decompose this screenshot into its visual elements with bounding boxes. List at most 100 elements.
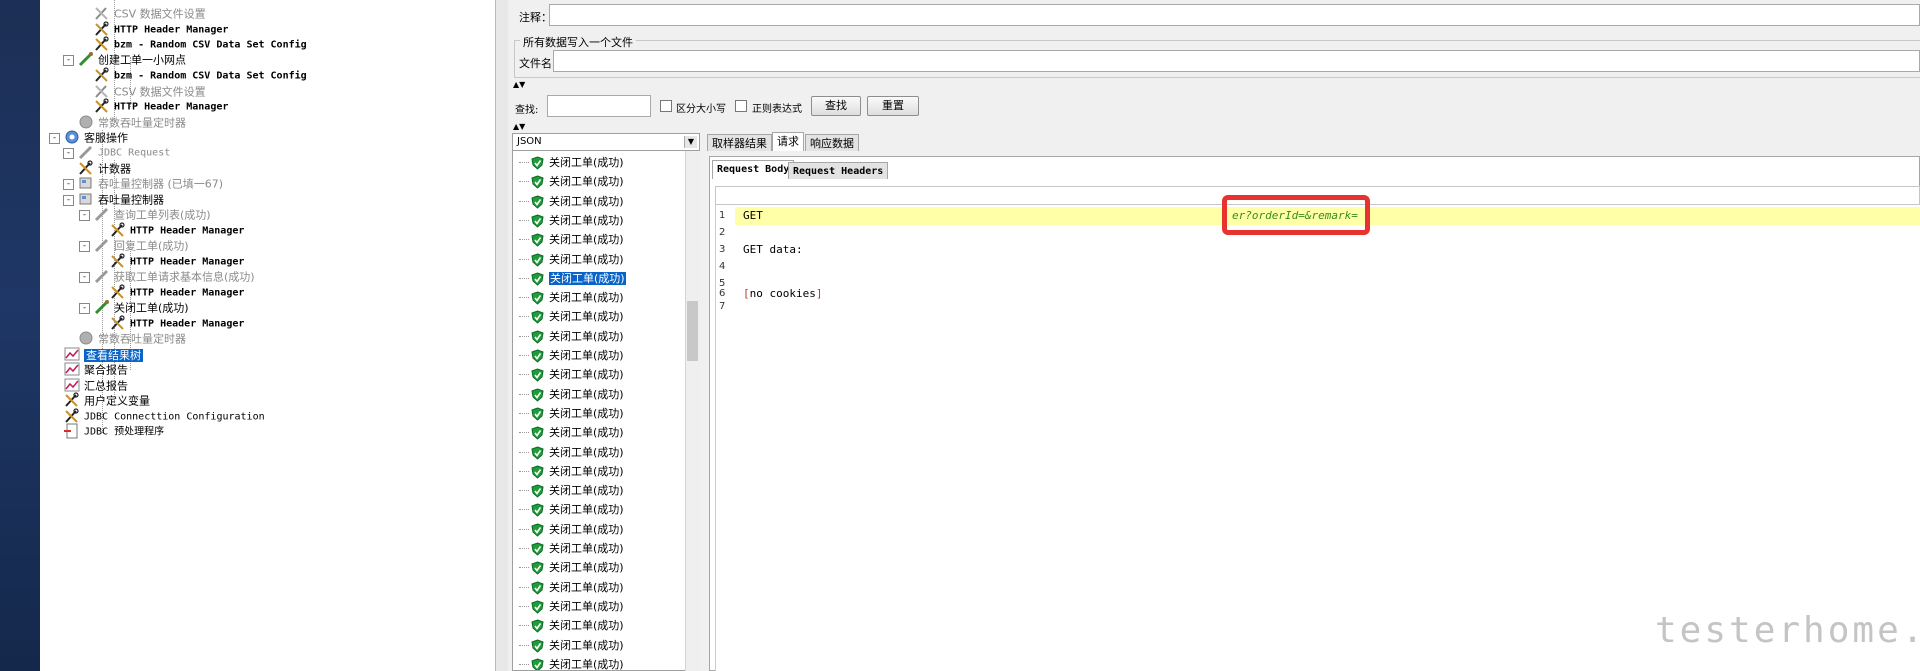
request-body-editor[interactable] [715, 205, 1920, 671]
list-scrollbar[interactable] [685, 151, 700, 671]
collapse-arrows[interactable]: ▲▼ [513, 122, 525, 131]
tree-expand-toggle[interactable]: - [79, 210, 90, 221]
result-item[interactable]: 关闭工单(成功) [519, 172, 624, 191]
result-item-label: 关闭工单(成功) [549, 580, 624, 594]
tree-node-label: JDBC 预处理程序 [84, 426, 165, 438]
filename-field[interactable] [553, 50, 1920, 72]
success-shield-icon [531, 310, 544, 325]
result-item[interactable]: 关闭工单(成功) [519, 230, 624, 249]
result-tree-line [519, 335, 529, 337]
result-item[interactable]: 关闭工单(成功) [519, 307, 624, 326]
result-item[interactable]: 关闭工单(成功) [519, 443, 624, 462]
result-item-label: 关闭工单(成功) [549, 213, 624, 227]
result-item[interactable]: 关闭工单(成功) [519, 500, 624, 519]
result-item[interactable]: 关闭工单(成功) [519, 578, 624, 597]
result-item[interactable]: 关闭工单(成功) [519, 153, 624, 172]
result-tree-line [519, 528, 529, 530]
find-button[interactable]: 查找 [811, 96, 861, 116]
line-number: 6 [719, 288, 726, 299]
result-item[interactable]: 关闭工单(成功) [519, 288, 624, 307]
tree-node-label: 创建工单一小网点 [98, 53, 186, 67]
chevron-down-icon[interactable]: ▼ [684, 136, 697, 148]
result-item[interactable]: 关闭工单(成功) [519, 636, 624, 655]
result-item[interactable]: 关闭工单(成功) [519, 327, 624, 346]
result-item-label: 关闭工单(成功) [549, 406, 624, 420]
result-item-label: 关闭工单(成功) [549, 291, 624, 305]
chart-icon [63, 361, 81, 377]
tree-node-label: 吞吐量控制器 (已填一67) [98, 177, 224, 191]
timer-icon [77, 330, 95, 346]
result-item-label: 关闭工单(成功) [549, 522, 624, 536]
result-item[interactable]: 关闭工单(成功) [519, 616, 624, 635]
result-tree-line [519, 451, 529, 453]
result-tree-line [519, 374, 529, 376]
result-item[interactable]: 关闭工单(成功) [519, 192, 624, 211]
tree-node-label: bzm - Random CSV Data Set Config [114, 39, 307, 51]
tab-request[interactable]: 请求 [772, 132, 804, 151]
tree-expand-toggle[interactable]: - [79, 241, 90, 252]
result-item-label: 关闭工单(成功) [549, 426, 624, 440]
tab-response-data[interactable]: 响应数据 [805, 134, 859, 151]
search-input[interactable] [547, 95, 651, 117]
tree-expand-toggle[interactable]: - [63, 148, 74, 159]
result-tree-line [519, 162, 529, 163]
collapse-arrows[interactable]: ▲▼ [513, 80, 525, 89]
result-item[interactable]: 关闭工单(成功) [519, 404, 624, 423]
tree-expand-toggle[interactable]: - [63, 179, 74, 190]
tab-request-headers[interactable]: Request Headers [788, 162, 889, 179]
line-number: 2 [719, 227, 726, 238]
case-sensitive-checkbox[interactable] [660, 100, 672, 112]
line-number: 1 [719, 210, 726, 221]
result-tree-line [519, 509, 529, 511]
tree-expand-toggle[interactable]: - [63, 195, 74, 206]
tree-node-label: 获取工单请求基本信息(成功) [114, 270, 255, 284]
success-shield-icon [531, 175, 544, 189]
result-item-label: 关闭工单(成功) [549, 252, 624, 266]
result-item-label: 关闭工单(成功) [549, 599, 624, 613]
doc-icon [63, 423, 81, 439]
result-tree-line [519, 663, 529, 665]
comment-field[interactable] [549, 4, 1920, 26]
result-item[interactable]: 关闭工单(成功) [519, 462, 624, 481]
result-item[interactable]: 关闭工单(成功) [519, 250, 624, 269]
sample-result-list[interactable]: 关闭工单(成功) 关闭工单(成功) 关闭工单(成功) 关闭工单(成功) 关闭工单(成功)… [512, 150, 700, 671]
regex-checkbox[interactable] [735, 100, 747, 112]
reset-button[interactable]: 重置 [867, 96, 919, 116]
line-number: 3 [719, 244, 726, 255]
success-shield-icon [531, 252, 544, 267]
tree-expand-toggle[interactable]: - [79, 303, 90, 314]
result-item[interactable]: 关闭工单(成功) [519, 385, 624, 404]
comment-label: 注释： [519, 11, 552, 24]
result-item[interactable]: 关闭工单(成功) [519, 520, 624, 539]
result-tree-line [519, 200, 529, 202]
result-tree-line [519, 490, 529, 492]
success-shield-icon [531, 484, 544, 498]
success-shield-icon [531, 195, 544, 209]
result-item[interactable]: 关闭工单(成功) [519, 365, 624, 384]
result-item[interactable]: 关闭工单(成功) [519, 211, 624, 230]
result-tree-line [519, 297, 529, 299]
tree-node[interactable]: JDBC 预处理程序 [63, 422, 164, 441]
result-item[interactable]: 关闭工单(成功) [519, 269, 626, 288]
result-item-label: 关闭工单(成功) [549, 175, 624, 189]
result-item[interactable]: 关闭工单(成功) [519, 346, 624, 365]
result-item[interactable]: 关闭工单(成功) [519, 423, 624, 442]
tab-sampler-result[interactable]: 取样器结果 [707, 134, 772, 151]
watermark: testerhome.com [1655, 610, 1920, 651]
success-shield-icon [531, 581, 544, 595]
result-tree-line [519, 586, 529, 588]
result-item[interactable]: 关闭工单(成功) [519, 597, 624, 616]
tree-expand-toggle[interactable]: - [79, 272, 90, 283]
pipette-icon [93, 299, 111, 315]
result-item[interactable]: 关闭工单(成功) [519, 655, 624, 670]
scrollbar-thumb[interactable] [687, 301, 698, 361]
result-item[interactable]: 关闭工单(成功) [519, 481, 624, 500]
tree-expand-toggle[interactable]: - [49, 133, 60, 144]
result-item[interactable]: 关闭工单(成功) [519, 539, 624, 558]
renderer-select[interactable]: JSON ▼ [512, 133, 700, 151]
annotation-highlight-box [1222, 195, 1370, 235]
tree-node-label: HTTP Header Manager [130, 225, 245, 237]
result-item[interactable]: 关闭工单(成功) [519, 558, 624, 577]
tab-request-body[interactable]: Request Body [712, 160, 795, 179]
tree-expand-toggle[interactable]: - [63, 55, 74, 66]
